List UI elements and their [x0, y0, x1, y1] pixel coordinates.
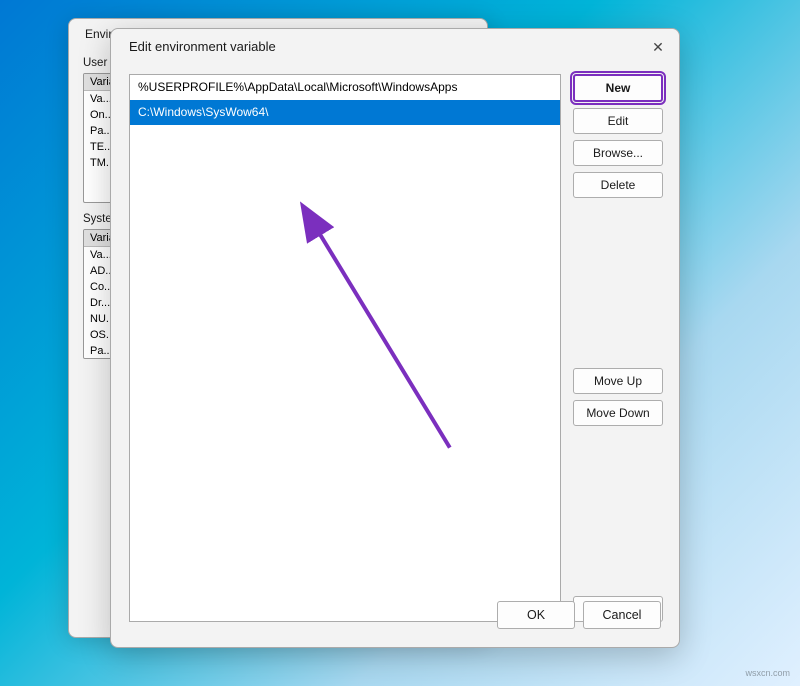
cancel-button[interactable]: Cancel — [583, 601, 661, 629]
edit-dialog-body: %USERPROFILE%\AppData\Local\Microsoft\Wi… — [111, 62, 679, 638]
button-spacer-2 — [573, 432, 663, 590]
path-list-item[interactable]: C:\Windows\SysWow64\ — [130, 100, 560, 125]
edit-dialog-close-button[interactable]: ✕ — [651, 40, 665, 54]
ok-button[interactable]: OK — [497, 601, 575, 629]
edit-dialog-title: Edit environment variable — [129, 39, 276, 54]
delete-button[interactable]: Delete — [573, 172, 663, 198]
new-button[interactable]: New — [573, 74, 663, 102]
action-buttons-area: New Edit Browse... Delete Move Up Move D… — [573, 74, 663, 622]
edit-button[interactable]: Edit — [573, 108, 663, 134]
watermark: wsxcn.com — [745, 668, 790, 678]
button-spacer — [573, 204, 663, 362]
path-list-area: %USERPROFILE%\AppData\Local\Microsoft\Wi… — [129, 74, 561, 622]
move-up-button[interactable]: Move Up — [573, 368, 663, 394]
path-list[interactable]: %USERPROFILE%\AppData\Local\Microsoft\Wi… — [129, 74, 561, 622]
path-list-item[interactable]: %USERPROFILE%\AppData\Local\Microsoft\Wi… — [130, 75, 560, 100]
bottom-buttons-area: OK Cancel — [497, 601, 661, 629]
move-down-button[interactable]: Move Down — [573, 400, 663, 426]
browse-button[interactable]: Browse... — [573, 140, 663, 166]
edit-env-dialog: Edit environment variable ✕ %USERPROFILE… — [110, 28, 680, 648]
edit-dialog-titlebar: Edit environment variable ✕ — [111, 29, 679, 62]
